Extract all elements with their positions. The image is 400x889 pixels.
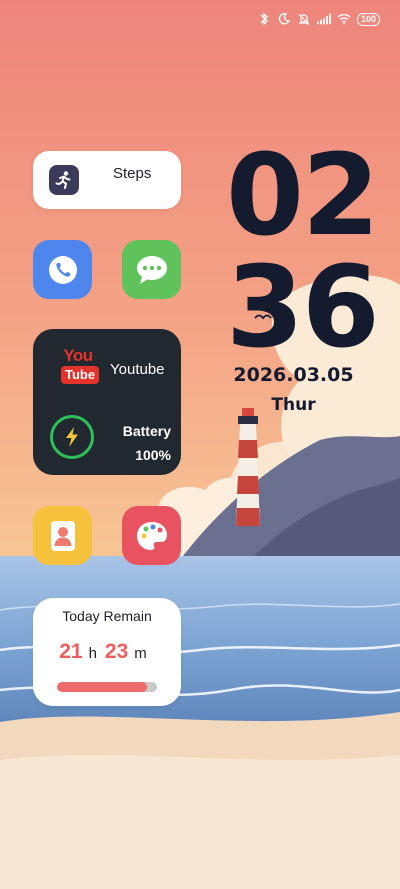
clock-date: 2026.03.05 bbox=[233, 364, 354, 386]
youtube-label[interactable]: Youtube bbox=[110, 361, 165, 378]
phone-app-icon[interactable] bbox=[33, 240, 92, 299]
remain-minutes-unit: m bbox=[134, 645, 147, 662]
clock-weekday: Thur bbox=[271, 395, 316, 415]
clock-minute: 36 bbox=[226, 243, 380, 373]
bluetooth-icon bbox=[257, 12, 271, 26]
battery-value: 100% bbox=[135, 447, 171, 463]
signal-icon bbox=[316, 12, 331, 26]
remain-time: 21 h 23 m bbox=[33, 640, 181, 664]
moon-icon bbox=[277, 12, 291, 26]
status-bar: 100 bbox=[257, 8, 380, 30]
chat-bubble-icon bbox=[136, 255, 167, 284]
wifi-icon bbox=[337, 12, 351, 26]
remain-hours-unit: h bbox=[88, 645, 97, 662]
clock-widget[interactable]: 02 36 bbox=[226, 131, 380, 373]
remain-title: Today Remain bbox=[62, 608, 152, 624]
battery-ring bbox=[50, 415, 94, 459]
palette-icon bbox=[136, 521, 167, 550]
running-person-icon bbox=[49, 165, 79, 195]
contacts-app-icon[interactable] bbox=[33, 506, 92, 565]
battery-info: Battery 100% bbox=[123, 419, 171, 467]
shortcuts-widget: You Tube Youtube Battery 100% bbox=[33, 329, 181, 475]
steps-widget[interactable]: Steps bbox=[33, 151, 181, 209]
battery-indicator: 100 bbox=[356, 12, 380, 26]
remain-progress-bar bbox=[57, 682, 157, 692]
remain-progress-fill bbox=[57, 682, 147, 692]
bell-off-icon bbox=[297, 12, 311, 26]
youtube-logo-you: You bbox=[63, 346, 93, 365]
messages-app-icon[interactable] bbox=[122, 240, 181, 299]
themes-app-icon[interactable] bbox=[122, 506, 181, 565]
lightning-icon bbox=[66, 427, 78, 447]
youtube-logo[interactable]: You Tube bbox=[61, 346, 100, 384]
contact-card-icon bbox=[50, 520, 75, 551]
battery-label: Battery bbox=[122, 423, 171, 439]
today-remain-widget[interactable]: Today Remain 21 h 23 m bbox=[33, 598, 181, 706]
remain-hours: 21 bbox=[59, 640, 83, 663]
youtube-logo-tube: Tube bbox=[61, 366, 100, 384]
steps-label: Steps bbox=[113, 165, 152, 182]
remain-minutes: 23 bbox=[104, 640, 129, 663]
clock-hour: 02 bbox=[226, 131, 380, 261]
phone-icon bbox=[48, 255, 77, 284]
